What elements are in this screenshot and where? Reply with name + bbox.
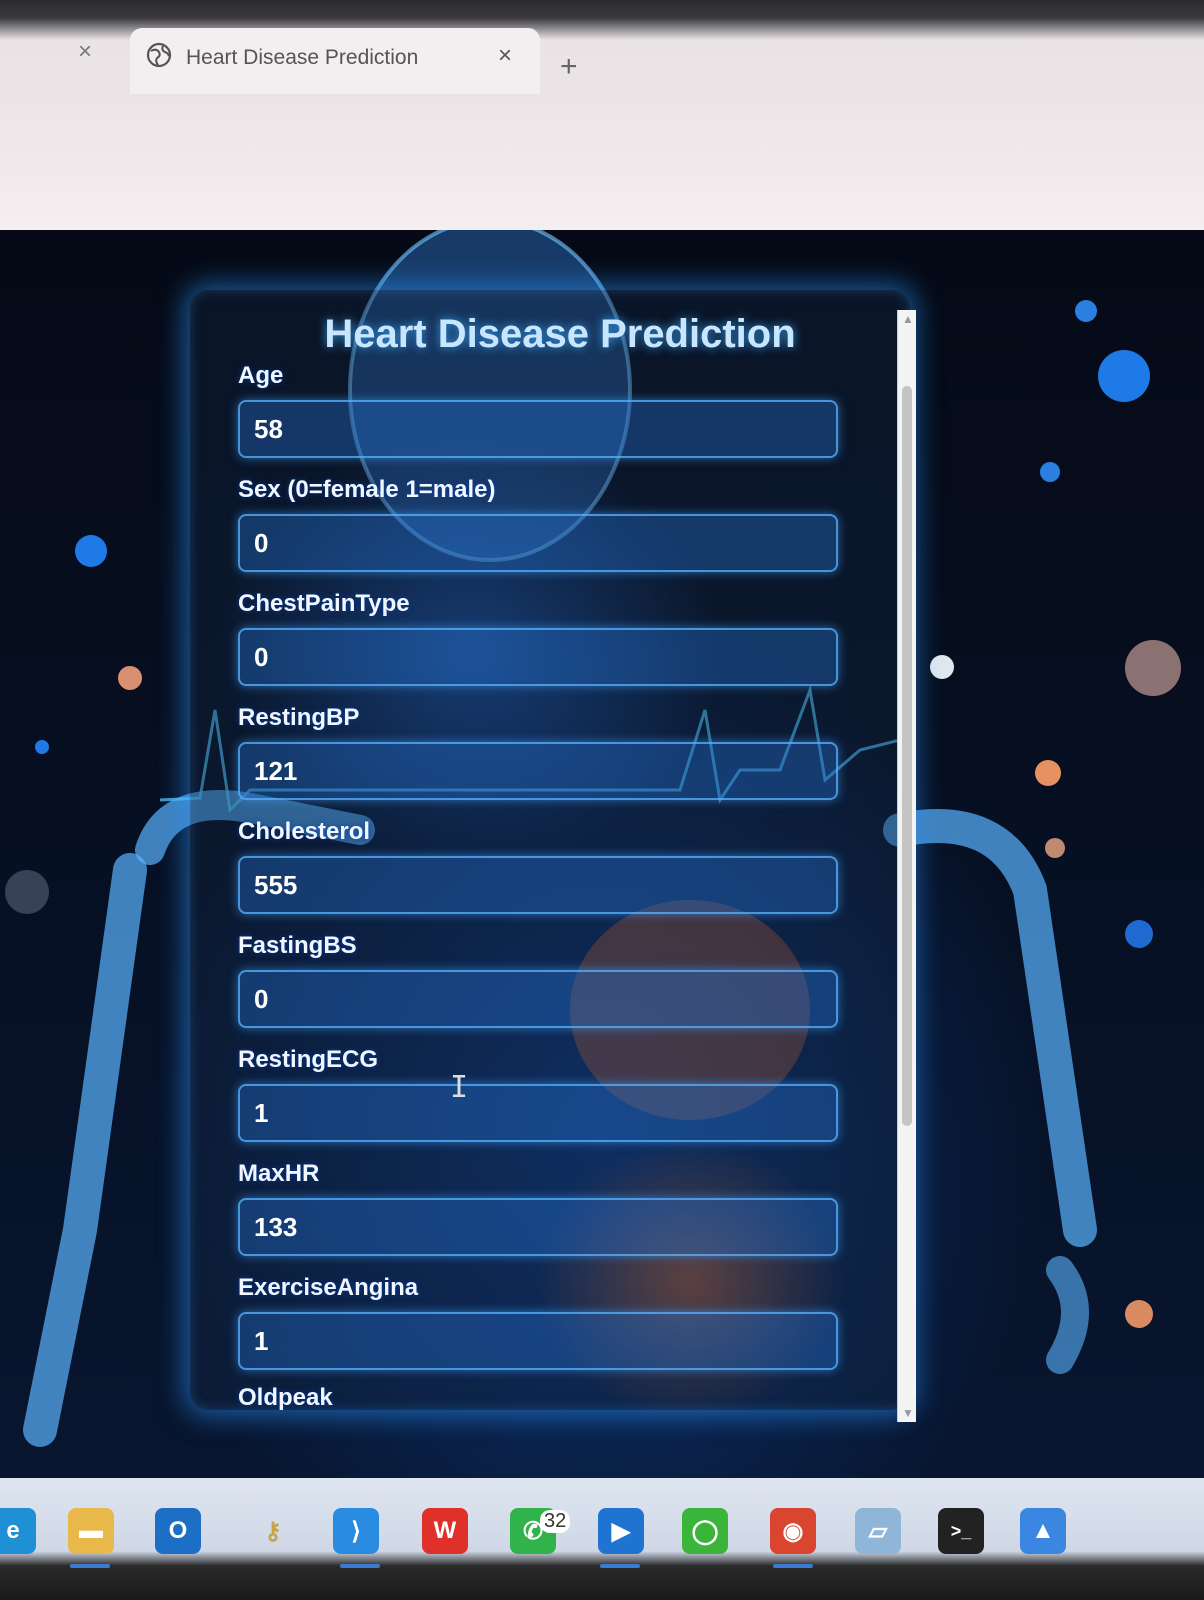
bokeh-dot (1125, 1300, 1153, 1328)
sex-label: Sex (0=female 1=male) (238, 476, 496, 503)
active-app-indicator (340, 1564, 380, 1568)
chest-pain-type-input[interactable]: 0 (238, 628, 838, 686)
resting-ecg-input[interactable]: 1 (238, 1084, 838, 1142)
circle-app-icon[interactable]: ◯ (682, 1508, 728, 1554)
active-app-indicator (70, 1564, 110, 1568)
browser-toolbar-area (0, 100, 1204, 230)
max-hr-label: MaxHR (238, 1160, 320, 1187)
browser-chrome: × Heart Disease Prediction × + (0, 0, 1204, 230)
wps-office-icon[interactable]: W (422, 1508, 468, 1554)
text-cursor-icon: I (450, 1070, 469, 1105)
previous-tab-close-button[interactable]: × (78, 38, 92, 66)
resting-bp-label: RestingBP (238, 704, 360, 731)
age-input[interactable]: 58 (238, 400, 838, 458)
active-app-indicator (600, 1564, 640, 1568)
page-background: Heart Disease Prediction Age 58 Sex (0=f… (0, 230, 1204, 1510)
exercise-angina-input[interactable]: 1 (238, 1312, 838, 1370)
new-tab-button[interactable]: + (560, 50, 578, 84)
browser-tab-active[interactable]: Heart Disease Prediction × (130, 28, 540, 94)
resting-bp-input[interactable]: 121 (238, 742, 838, 800)
sex-input[interactable]: 0 (238, 514, 838, 572)
bokeh-dot (118, 666, 142, 690)
form-title: Heart Disease Prediction (324, 312, 796, 356)
chest-pain-type-label: ChestPainType (238, 590, 410, 617)
tab-title: Heart Disease Prediction (186, 46, 419, 69)
taskbar: e ▬ O ⚷ ⟩ W ✆ ▶ ◯ ◉ ▱ >_ ▲ (0, 1478, 1204, 1600)
notes-app-icon[interactable]: ▱ (855, 1508, 901, 1554)
bokeh-dot (1125, 920, 1153, 948)
chrome-icon[interactable]: ◉ (770, 1508, 816, 1554)
prediction-form-card: Heart Disease Prediction Age 58 Sex (0=f… (190, 290, 910, 1410)
key-icon[interactable]: ⚷ (250, 1508, 296, 1554)
exercise-angina-label: ExerciseAngina (238, 1274, 419, 1301)
oldpeak-label: Oldpeak (238, 1384, 333, 1410)
age-label: Age (238, 362, 284, 389)
scrollbar-thumb[interactable] (902, 386, 912, 1126)
scroll-up-arrow-icon[interactable]: ▲ (902, 312, 914, 326)
bokeh-dot (1045, 838, 1065, 858)
cholesterol-input[interactable]: 555 (238, 856, 838, 914)
page-scrollbar[interactable]: ▲ ▼ (897, 310, 916, 1422)
fasting-bs-label: FastingBS (238, 932, 357, 959)
max-hr-input[interactable]: 133 (238, 1198, 838, 1256)
terminal-icon[interactable]: >_ (938, 1508, 984, 1554)
bokeh-dot (1098, 350, 1150, 402)
vscode-icon[interactable]: ⟩ (333, 1508, 379, 1554)
fasting-bs-input[interactable]: 0 (238, 970, 838, 1028)
bokeh-dot (1035, 760, 1061, 786)
bokeh-dot (75, 535, 107, 567)
outlook-icon[interactable]: O (155, 1508, 201, 1554)
tab-close-button[interactable]: × (498, 42, 512, 70)
edge-icon[interactable]: e (0, 1508, 36, 1554)
cholesterol-label: Cholesterol (238, 818, 371, 845)
file-explorer-icon[interactable]: ▬ (68, 1508, 114, 1554)
whatsapp-unread-badge: 32 (540, 1510, 571, 1533)
photos-app-icon[interactable]: ▲ (1020, 1508, 1066, 1554)
globe-icon (146, 42, 172, 68)
bokeh-dot (930, 655, 954, 679)
media-player-icon[interactable]: ▶ (598, 1508, 644, 1554)
bokeh-dot (1125, 640, 1181, 696)
bokeh-dot (5, 870, 49, 914)
resting-ecg-label: RestingECG (238, 1046, 379, 1073)
bokeh-dot (1075, 300, 1097, 322)
active-app-indicator (773, 1564, 813, 1568)
bokeh-dot (1040, 462, 1060, 482)
bokeh-dot (35, 740, 49, 754)
scroll-down-arrow-icon[interactable]: ▼ (902, 1406, 914, 1420)
